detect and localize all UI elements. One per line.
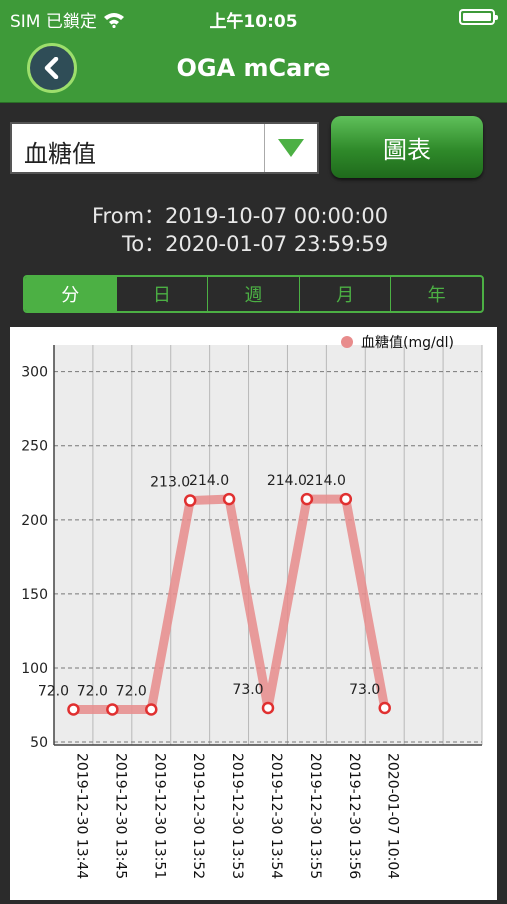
page-title: OGA mCare xyxy=(176,54,331,82)
x-tick-label: 2019-12-30 13:44 xyxy=(73,753,89,879)
period-tabs: 分 日 週 月 年 xyxy=(23,275,484,313)
data-label: 73.0 xyxy=(349,682,380,698)
data-label: 213.0 xyxy=(150,475,190,491)
tab-month[interactable]: 月 xyxy=(300,277,392,311)
x-tick-label: 2019-12-30 13:45 xyxy=(112,753,128,879)
battery-icon xyxy=(459,9,498,25)
range-to: To：2020-01-07 23:59:59 xyxy=(122,232,389,256)
data-label: 72.0 xyxy=(77,683,108,699)
measure-select-value: 血糖值 xyxy=(24,140,96,168)
data-label: 73.0 xyxy=(232,682,263,698)
dropdown-toggle[interactable] xyxy=(264,124,317,172)
data-point xyxy=(67,703,80,716)
data-point xyxy=(339,492,353,506)
y-tick-label: 300 xyxy=(21,365,48,381)
nav-bar: OGA mCare xyxy=(0,34,507,103)
status-bar: SIM 已鎖定 上午10:05 xyxy=(0,0,507,34)
data-point xyxy=(222,492,236,506)
data-label: 72.0 xyxy=(116,683,147,699)
data-point xyxy=(261,701,275,715)
data-label: 214.0 xyxy=(189,473,229,489)
y-tick-label: 200 xyxy=(21,513,48,529)
x-tick-label: 2019-12-30 13:56 xyxy=(346,753,362,879)
data-label: 72.0 xyxy=(38,683,69,699)
data-point xyxy=(106,703,119,716)
data-point xyxy=(300,492,314,506)
line-chart: 3002502001501005072.0 72.0 72.0213.0214.07… xyxy=(21,335,483,879)
range-from: From：2019-10-07 00:00:00 xyxy=(92,204,389,228)
tab-day[interactable]: 日 xyxy=(117,277,209,311)
chart-button[interactable]: 圖表 xyxy=(331,116,483,178)
data-label: 214.0 xyxy=(306,473,346,489)
tab-minute[interactable]: 分 xyxy=(25,277,117,311)
tab-week[interactable]: 週 xyxy=(208,277,300,311)
x-tick-label: 2019-12-30 13:52 xyxy=(190,753,206,879)
legend-marker xyxy=(341,336,353,348)
x-tick-label: 2019-12-30 13:54 xyxy=(268,753,284,879)
triangle-down-icon xyxy=(278,139,304,157)
data-point xyxy=(378,701,391,715)
tab-year[interactable]: 年 xyxy=(391,277,482,311)
x-tick-label: 2019-12-30 13:51 xyxy=(151,753,167,879)
data-point xyxy=(145,703,158,716)
chart-panel: 300 250 200 150 100 50 72.0 72.0 72.0 213.0 214.0 7… xyxy=(10,327,497,900)
y-tick-label: 250 xyxy=(21,439,48,455)
data-point xyxy=(183,494,197,507)
legend-label: 血糖值(mg/dl) xyxy=(361,335,454,351)
y-tick-label: 100 xyxy=(21,661,48,677)
y-tick-label: 50 xyxy=(30,735,48,751)
y-tick-label: 150 xyxy=(21,587,48,603)
data-label: 214.0 xyxy=(267,473,307,489)
status-time: 上午10:05 xyxy=(209,12,298,32)
x-tick-label: 2019-12-30 13:53 xyxy=(229,753,245,879)
measure-select[interactable]: 血糖值 xyxy=(10,122,319,174)
x-tick-label: 2020-01-07 10:04 xyxy=(385,753,401,879)
x-tick-label: 2019-12-30 13:55 xyxy=(307,753,323,879)
